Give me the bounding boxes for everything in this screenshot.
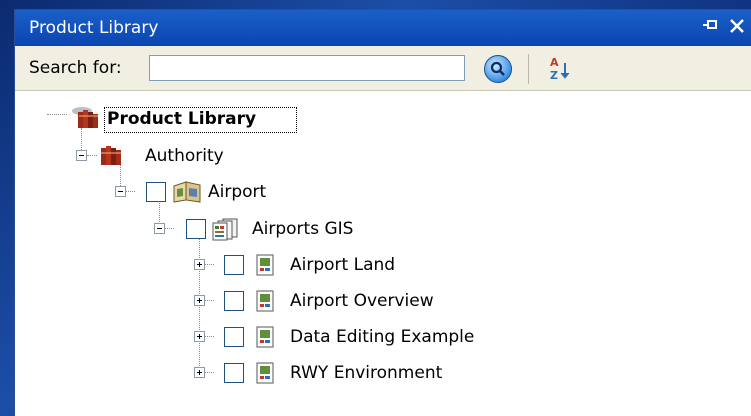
tree-node-label: Airport Land — [290, 255, 396, 275]
tree-node-root[interactable]: Product Library — [15, 106, 315, 133]
tree-node-item[interactable]: RWY Environment — [15, 360, 442, 386]
tree-node-label: Product Library — [107, 109, 257, 129]
tree-node-authority[interactable]: Authority — [15, 143, 315, 169]
item-checkbox[interactable] — [224, 291, 244, 311]
map-doc-icon — [256, 254, 274, 276]
tree-node-label: Airports GIS — [252, 219, 354, 239]
product-library-panel: Product Library Search for: A Z Product … — [15, 10, 751, 416]
tree-node-item[interactable]: Airport Land — [15, 252, 395, 278]
tree-node-label: Airport — [208, 182, 267, 202]
item-checkbox[interactable] — [224, 255, 244, 275]
tree-node-label: Airport Overview — [290, 291, 434, 311]
svg-text:Z: Z — [550, 69, 558, 82]
airports-gis-checkbox[interactable] — [186, 219, 206, 239]
collapse-toggle[interactable] — [154, 223, 165, 234]
item-checkbox[interactable] — [224, 363, 244, 383]
tree-node-airports-gis[interactable]: Airports GIS — [15, 216, 353, 242]
search-label: Search for: — [29, 58, 122, 78]
map-doc-icon — [256, 326, 274, 348]
search-button[interactable] — [484, 55, 512, 83]
tree-connector — [87, 155, 97, 157]
sort-button[interactable]: A Z — [546, 53, 576, 85]
search-input[interactable] — [149, 55, 465, 81]
tree-node-label: Authority — [145, 146, 224, 166]
expand-toggle[interactable] — [194, 259, 205, 270]
tree-node-item[interactable]: Data Editing Example — [15, 324, 474, 350]
tree-connector — [205, 264, 214, 266]
tree-node-item[interactable]: Airport Overview — [15, 288, 434, 314]
item-checkbox[interactable] — [224, 327, 244, 347]
panel-title: Product Library — [29, 18, 159, 38]
product-tree: Product Library Authority Airport Airpor… — [15, 90, 751, 416]
panel-titlebar[interactable]: Product Library — [15, 10, 751, 46]
collapse-toggle[interactable] — [76, 150, 87, 161]
tree-node-label: RWY Environment — [290, 363, 443, 383]
map-doc-icon — [256, 290, 274, 312]
close-icon[interactable] — [729, 15, 745, 39]
sort-az-icon: A Z — [550, 56, 570, 82]
airport-checkbox[interactable] — [146, 182, 166, 202]
tree-connector — [165, 228, 174, 230]
tree-node-airport[interactable]: Airport — [15, 179, 315, 205]
map-doc-icon — [256, 362, 274, 384]
tree-connector — [205, 336, 214, 338]
tree-connector — [126, 191, 135, 193]
library-books-icon — [72, 107, 98, 128]
layer-folder-icon — [212, 218, 238, 241]
books-icon — [101, 146, 121, 165]
expand-toggle[interactable] — [194, 331, 205, 342]
svg-text:A: A — [550, 56, 559, 69]
map-book-icon — [173, 181, 201, 203]
search-toolbar: Search for: A Z — [15, 46, 751, 91]
toolbar-separator — [528, 54, 529, 84]
search-icon — [490, 61, 505, 76]
pin-icon[interactable] — [703, 16, 721, 37]
expand-toggle[interactable] — [194, 367, 205, 378]
tree-connector — [205, 300, 214, 302]
collapse-toggle[interactable] — [115, 186, 126, 197]
tree-node-label: Data Editing Example — [290, 327, 475, 347]
expand-toggle[interactable] — [194, 295, 205, 306]
tree-connector — [205, 372, 214, 374]
